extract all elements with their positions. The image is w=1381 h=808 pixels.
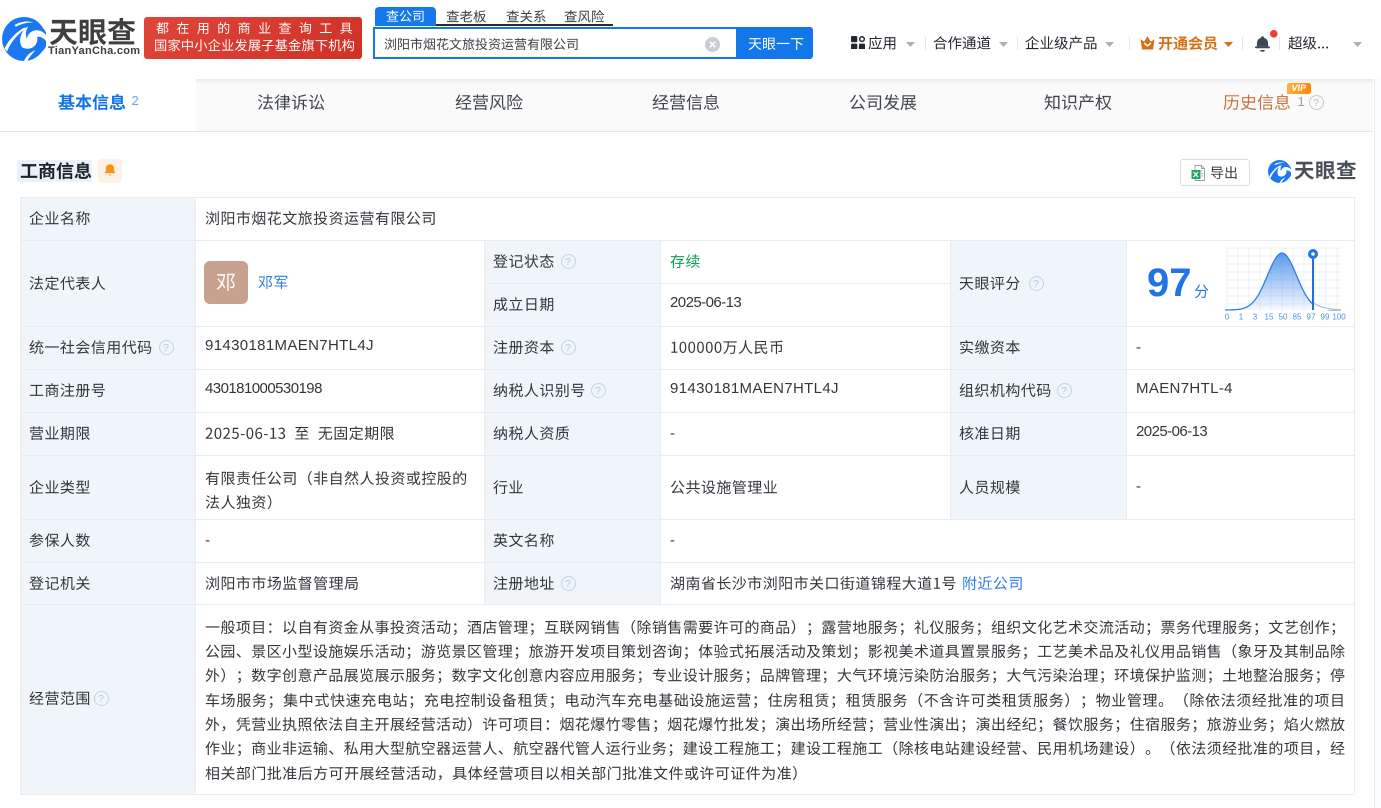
- svg-text:100: 100: [1332, 313, 1346, 322]
- svg-text:15: 15: [1265, 313, 1274, 322]
- svg-text:3: 3: [1253, 313, 1258, 322]
- svg-text:1: 1: [1239, 313, 1244, 322]
- svg-text:50: 50: [1279, 313, 1288, 322]
- svg-text:85: 85: [1293, 313, 1302, 322]
- svg-text:97: 97: [1307, 313, 1316, 322]
- svg-text:99: 99: [1321, 313, 1330, 322]
- svg-text:0: 0: [1225, 313, 1230, 322]
